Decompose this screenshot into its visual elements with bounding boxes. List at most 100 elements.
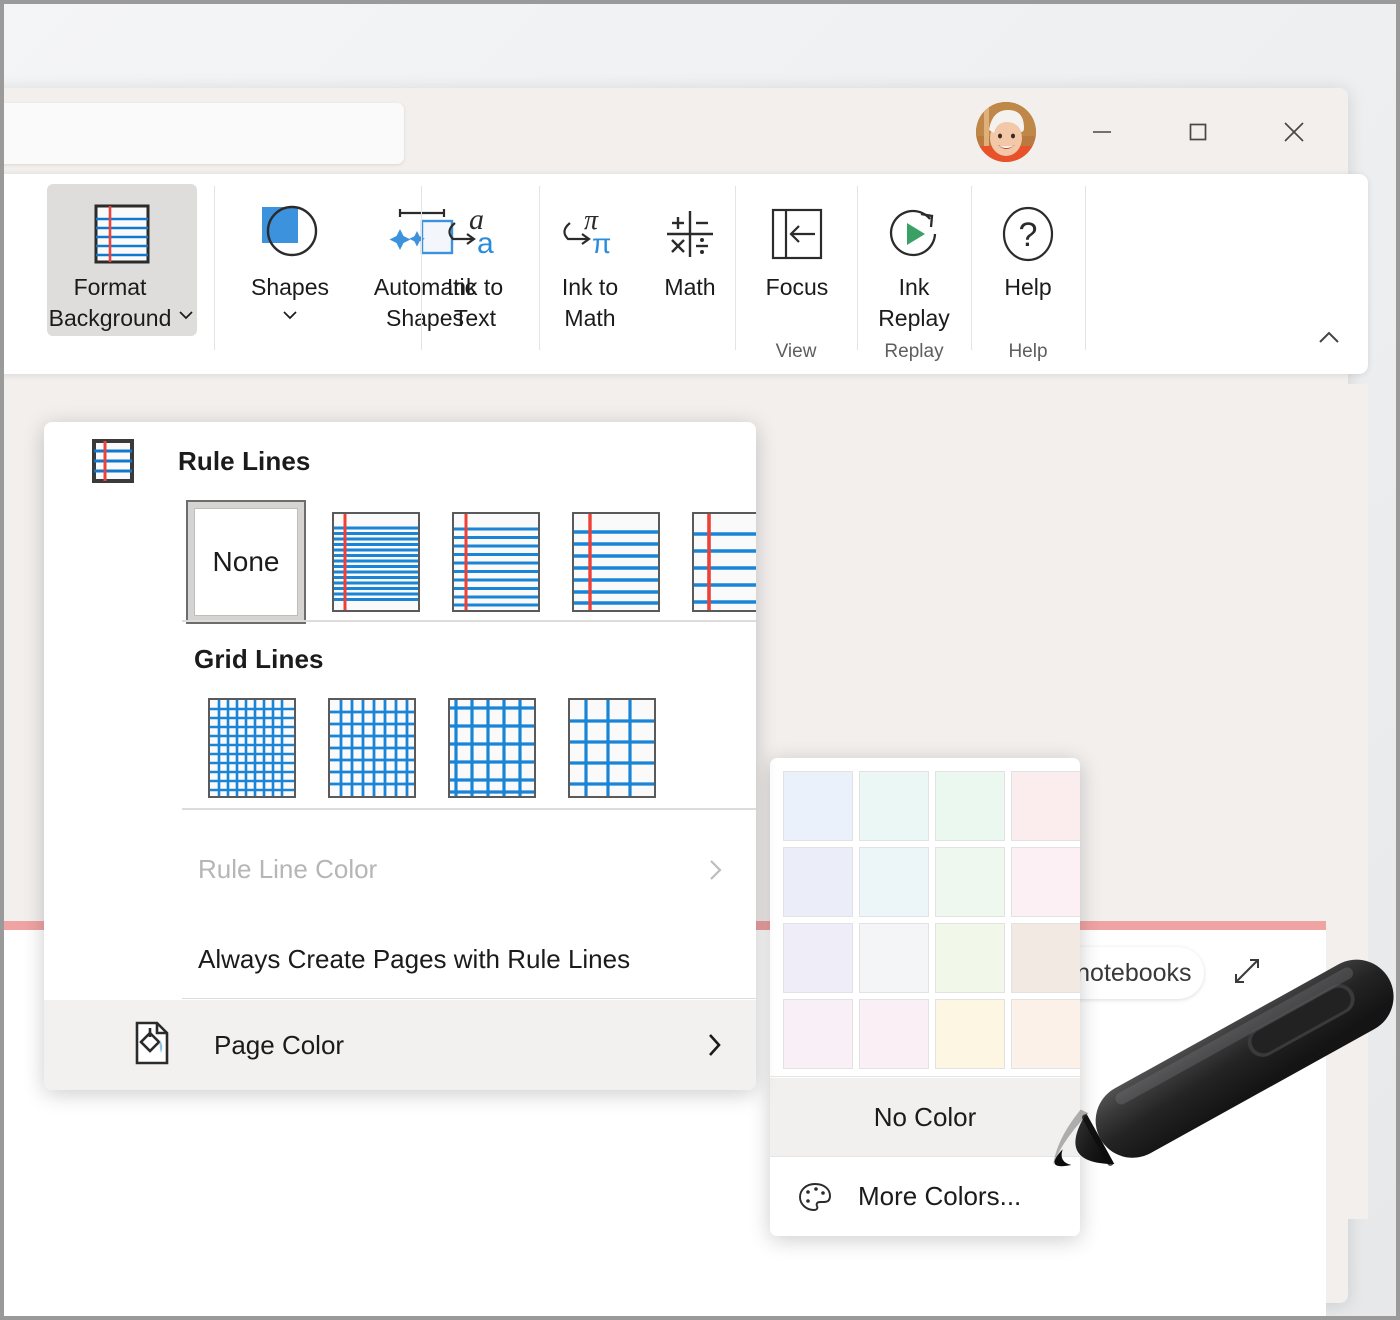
focus-label: Focus bbox=[766, 272, 829, 303]
page-color-item[interactable]: Page Color bbox=[44, 1000, 756, 1090]
swatch-pale-pink[interactable] bbox=[859, 999, 929, 1069]
swatch-pale-cyan[interactable] bbox=[859, 771, 929, 841]
close-icon bbox=[1280, 118, 1308, 146]
swatch-pale-lavender[interactable] bbox=[783, 923, 853, 993]
swatch-pale-mint[interactable] bbox=[935, 847, 1005, 917]
collapse-ribbon-button[interactable] bbox=[1316, 329, 1342, 352]
help-button[interactable]: ? Help bbox=[985, 184, 1071, 303]
swatch-cell[interactable] bbox=[932, 844, 1008, 920]
ink-to-text-icon: a a bbox=[439, 202, 511, 266]
swatch-cell[interactable] bbox=[932, 996, 1008, 1072]
svg-text:?: ? bbox=[1019, 216, 1038, 254]
menu-divider bbox=[182, 620, 756, 622]
shapes-button[interactable]: Shapes bbox=[240, 184, 340, 323]
rule-line-color-item[interactable]: Rule Line Color bbox=[44, 834, 756, 904]
swatch-cell[interactable] bbox=[780, 996, 856, 1072]
ribbon-divider bbox=[1085, 186, 1086, 350]
swatch-cell[interactable] bbox=[856, 844, 932, 920]
rule-line-narrow-thumb bbox=[332, 512, 420, 612]
grid-medium-thumb bbox=[328, 698, 416, 798]
close-button[interactable] bbox=[1246, 88, 1342, 176]
ribbon-divider bbox=[539, 186, 540, 350]
swatch-pale-sky[interactable] bbox=[859, 847, 929, 917]
swatch-pale-red[interactable] bbox=[1011, 771, 1080, 841]
rule-lines-options: None bbox=[176, 506, 756, 618]
chevron-down-icon bbox=[280, 307, 300, 323]
shapes-label: Shapes bbox=[251, 272, 329, 303]
swatch-cell[interactable] bbox=[1008, 996, 1080, 1072]
swatch-pale-gray[interactable] bbox=[859, 923, 929, 993]
page-color-flyout: No Color More Colors... bbox=[770, 758, 1080, 1236]
swatch-cell[interactable] bbox=[1008, 844, 1080, 920]
svg-text:a: a bbox=[477, 227, 494, 260]
rule-line-option-wide[interactable] bbox=[676, 506, 756, 618]
format-background-button[interactable]: Format Background bbox=[47, 184, 197, 336]
always-create-pages-label: Always Create Pages with Rule Lines bbox=[198, 944, 630, 975]
swatch-pale-tan[interactable] bbox=[1011, 923, 1080, 993]
format-background-menu: Rule Lines None bbox=[44, 422, 756, 1090]
grid-lines-title: Grid Lines bbox=[194, 644, 324, 675]
grid-line-option-xlarge[interactable] bbox=[552, 692, 672, 804]
grid-large-thumb bbox=[448, 698, 536, 798]
ruled-page-icon bbox=[93, 202, 151, 266]
ruled-page-icon bbox=[92, 439, 134, 483]
help-label: Help bbox=[1004, 272, 1051, 303]
swatch-cell[interactable] bbox=[932, 920, 1008, 996]
ribbon-divider bbox=[214, 186, 215, 350]
grid-line-option-small[interactable] bbox=[192, 692, 312, 804]
ribbon: ert ce Format Background bbox=[0, 174, 1368, 374]
ink-replay-label: Ink Replay bbox=[878, 272, 950, 334]
grid-line-option-medium[interactable] bbox=[312, 692, 432, 804]
swatch-cell[interactable] bbox=[1008, 920, 1080, 996]
rule-line-option-standard[interactable] bbox=[556, 506, 676, 618]
swatch-cell[interactable] bbox=[856, 996, 932, 1072]
rule-line-option-college[interactable] bbox=[436, 506, 556, 618]
rule-line-option-none[interactable]: None bbox=[176, 506, 316, 618]
swatch-pale-peach[interactable] bbox=[1011, 999, 1080, 1069]
ribbon-group-view: Focus View bbox=[735, 174, 857, 374]
format-background-label: Format Background bbox=[49, 272, 172, 334]
maximize-icon bbox=[1185, 119, 1211, 145]
swatch-pale-lilac[interactable] bbox=[783, 999, 853, 1069]
rule-line-none-selected: None bbox=[186, 500, 306, 624]
swatch-pale-rose[interactable] bbox=[1011, 847, 1080, 917]
maximize-button[interactable] bbox=[1150, 88, 1246, 176]
ink-to-text-label: Ink to Text bbox=[447, 272, 503, 334]
swatch-pale-lime[interactable] bbox=[935, 923, 1005, 993]
ink-replay-button[interactable]: Ink Replay bbox=[865, 184, 963, 334]
color-swatch-grid bbox=[780, 768, 1080, 1072]
more-colors-button[interactable]: More Colors... bbox=[770, 1157, 1080, 1236]
focus-icon bbox=[767, 202, 827, 266]
swatch-pale-blue[interactable] bbox=[783, 771, 853, 841]
titlebar-search-box[interactable] bbox=[0, 103, 404, 164]
ink-to-text-button[interactable]: a a Ink to Text bbox=[432, 184, 518, 334]
grid-line-option-large[interactable] bbox=[432, 692, 552, 804]
focus-button[interactable]: Focus bbox=[751, 184, 843, 303]
swatch-pale-periwinkle[interactable] bbox=[783, 847, 853, 917]
always-create-pages-item[interactable]: Always Create Pages with Rule Lines bbox=[44, 924, 756, 994]
minimize-button[interactable] bbox=[1054, 88, 1150, 176]
swatch-cell[interactable] bbox=[856, 920, 932, 996]
rule-line-wide-thumb bbox=[692, 512, 756, 612]
swatch-cell[interactable] bbox=[932, 768, 1008, 844]
chevron-up-icon bbox=[1316, 329, 1342, 347]
math-button[interactable]: Math bbox=[647, 184, 733, 303]
swatch-cell[interactable] bbox=[856, 768, 932, 844]
more-colors-label: More Colors... bbox=[858, 1181, 1021, 1212]
ribbon-group-label-replay: Replay bbox=[857, 341, 971, 363]
no-color-button[interactable]: No Color bbox=[770, 1078, 1080, 1156]
chevron-right-icon bbox=[704, 856, 726, 884]
swatch-cell[interactable] bbox=[780, 920, 856, 996]
rule-line-option-narrow[interactable] bbox=[316, 506, 436, 618]
swatch-cell[interactable] bbox=[780, 768, 856, 844]
swatch-pale-green[interactable] bbox=[935, 771, 1005, 841]
swatch-pale-yellow[interactable] bbox=[935, 999, 1005, 1069]
swatch-cell[interactable] bbox=[780, 844, 856, 920]
grid-xlarge-thumb bbox=[568, 698, 656, 798]
expand-button[interactable] bbox=[1230, 954, 1264, 993]
avatar[interactable] bbox=[976, 102, 1036, 162]
palette-icon bbox=[796, 1180, 834, 1214]
swatch-cell[interactable] bbox=[1008, 768, 1080, 844]
chevron-down-icon bbox=[177, 306, 195, 324]
ink-to-math-button[interactable]: π π Ink to Math bbox=[547, 184, 633, 334]
